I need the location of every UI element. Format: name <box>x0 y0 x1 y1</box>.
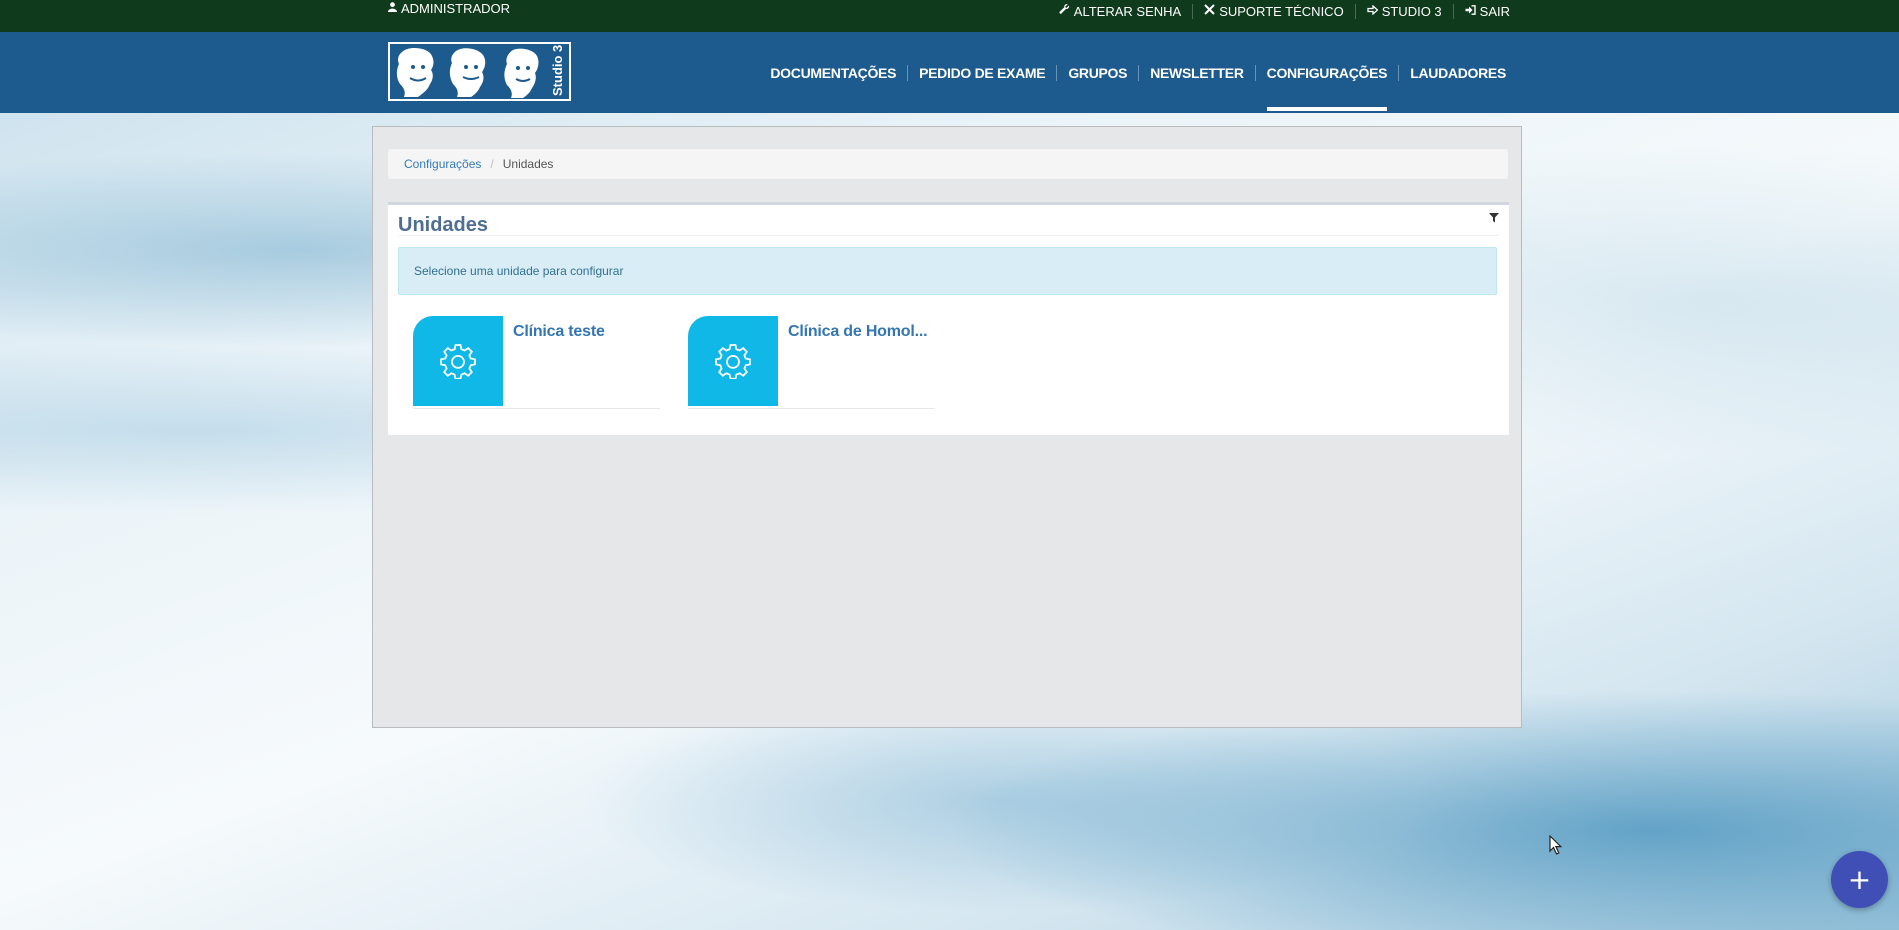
nav-pedido-de-exame[interactable]: PEDIDO DE EXAME <box>907 64 1056 81</box>
info-alert: Selecione uma unidade para configurar <box>398 247 1497 295</box>
filter-icon[interactable] <box>1489 210 1499 228</box>
gear-icon <box>440 344 476 379</box>
tech-support-link[interactable]: SUPORTE TÉCNICO <box>1192 3 1354 19</box>
nav-grupos[interactable]: GRUPOS <box>1056 64 1138 81</box>
unit-card[interactable]: Clínica teste <box>413 316 660 409</box>
main-navbar: Studio 3 DOCUMENTAÇÕES PEDIDO DE EXAME G… <box>0 32 1899 113</box>
sign-out-icon <box>1465 4 1476 18</box>
mouse-cursor-icon <box>1549 834 1563 860</box>
unit-name[interactable]: Clínica de Homol... <box>788 323 928 341</box>
user-name: ADMINISTRADOR <box>401 1 511 16</box>
units-box: Unidades Selecione uma unidade para conf… <box>388 202 1509 435</box>
top-links: ALTERAR SENHA SUPORTE TÉCNICO STUDIO 3 S… <box>1048 0 1510 22</box>
unit-card[interactable]: Clínica de Homol... <box>688 316 935 409</box>
page-title: Unidades <box>398 214 489 236</box>
nav-newsletter[interactable]: NEWSLETTER <box>1138 64 1254 81</box>
tools-icon <box>1204 4 1215 18</box>
arrow-right-icon <box>1367 4 1379 18</box>
breadcrumb-current: Unidades <box>502 157 554 171</box>
logout-link[interactable]: SAIR <box>1452 3 1510 19</box>
unit-name[interactable]: Clínica teste <box>513 323 605 341</box>
breadcrumb-configuracoes[interactable]: Configurações <box>404 157 481 171</box>
unit-card-tile <box>413 316 503 406</box>
add-fab-button[interactable]: + <box>1831 851 1888 908</box>
breadcrumb-separator: / <box>490 157 494 171</box>
top-bar: ADMINISTRADOR ALTERAR SENHA SUPORTE TÉCN… <box>0 0 1899 32</box>
studio3-logo[interactable]: Studio 3 <box>388 42 571 101</box>
wrench-icon <box>1059 4 1070 18</box>
logo-text: Studio 3 <box>550 45 565 96</box>
nav-configuracoes[interactable]: CONFIGURAÇÕES <box>1254 64 1399 111</box>
main-nav: DOCUMENTAÇÕES PEDIDO DE EXAME GRUPOS NEW… <box>759 32 1506 113</box>
content-panel: Configurações / Unidades Unidades Seleci… <box>372 126 1522 728</box>
nav-laudadores[interactable]: LAUDADORES <box>1398 64 1506 81</box>
user-icon <box>388 2 397 15</box>
user-menu[interactable]: ADMINISTRADOR <box>388 1 510 16</box>
nav-documentacoes[interactable]: DOCUMENTAÇÕES <box>759 65 907 81</box>
studio3-link[interactable]: STUDIO 3 <box>1354 3 1453 19</box>
change-password-link[interactable]: ALTERAR SENHA <box>1048 4 1192 19</box>
breadcrumb: Configurações / Unidades <box>388 149 1508 179</box>
gear-icon <box>715 344 751 379</box>
unit-card-tile <box>688 316 778 406</box>
title-divider <box>398 235 1499 236</box>
